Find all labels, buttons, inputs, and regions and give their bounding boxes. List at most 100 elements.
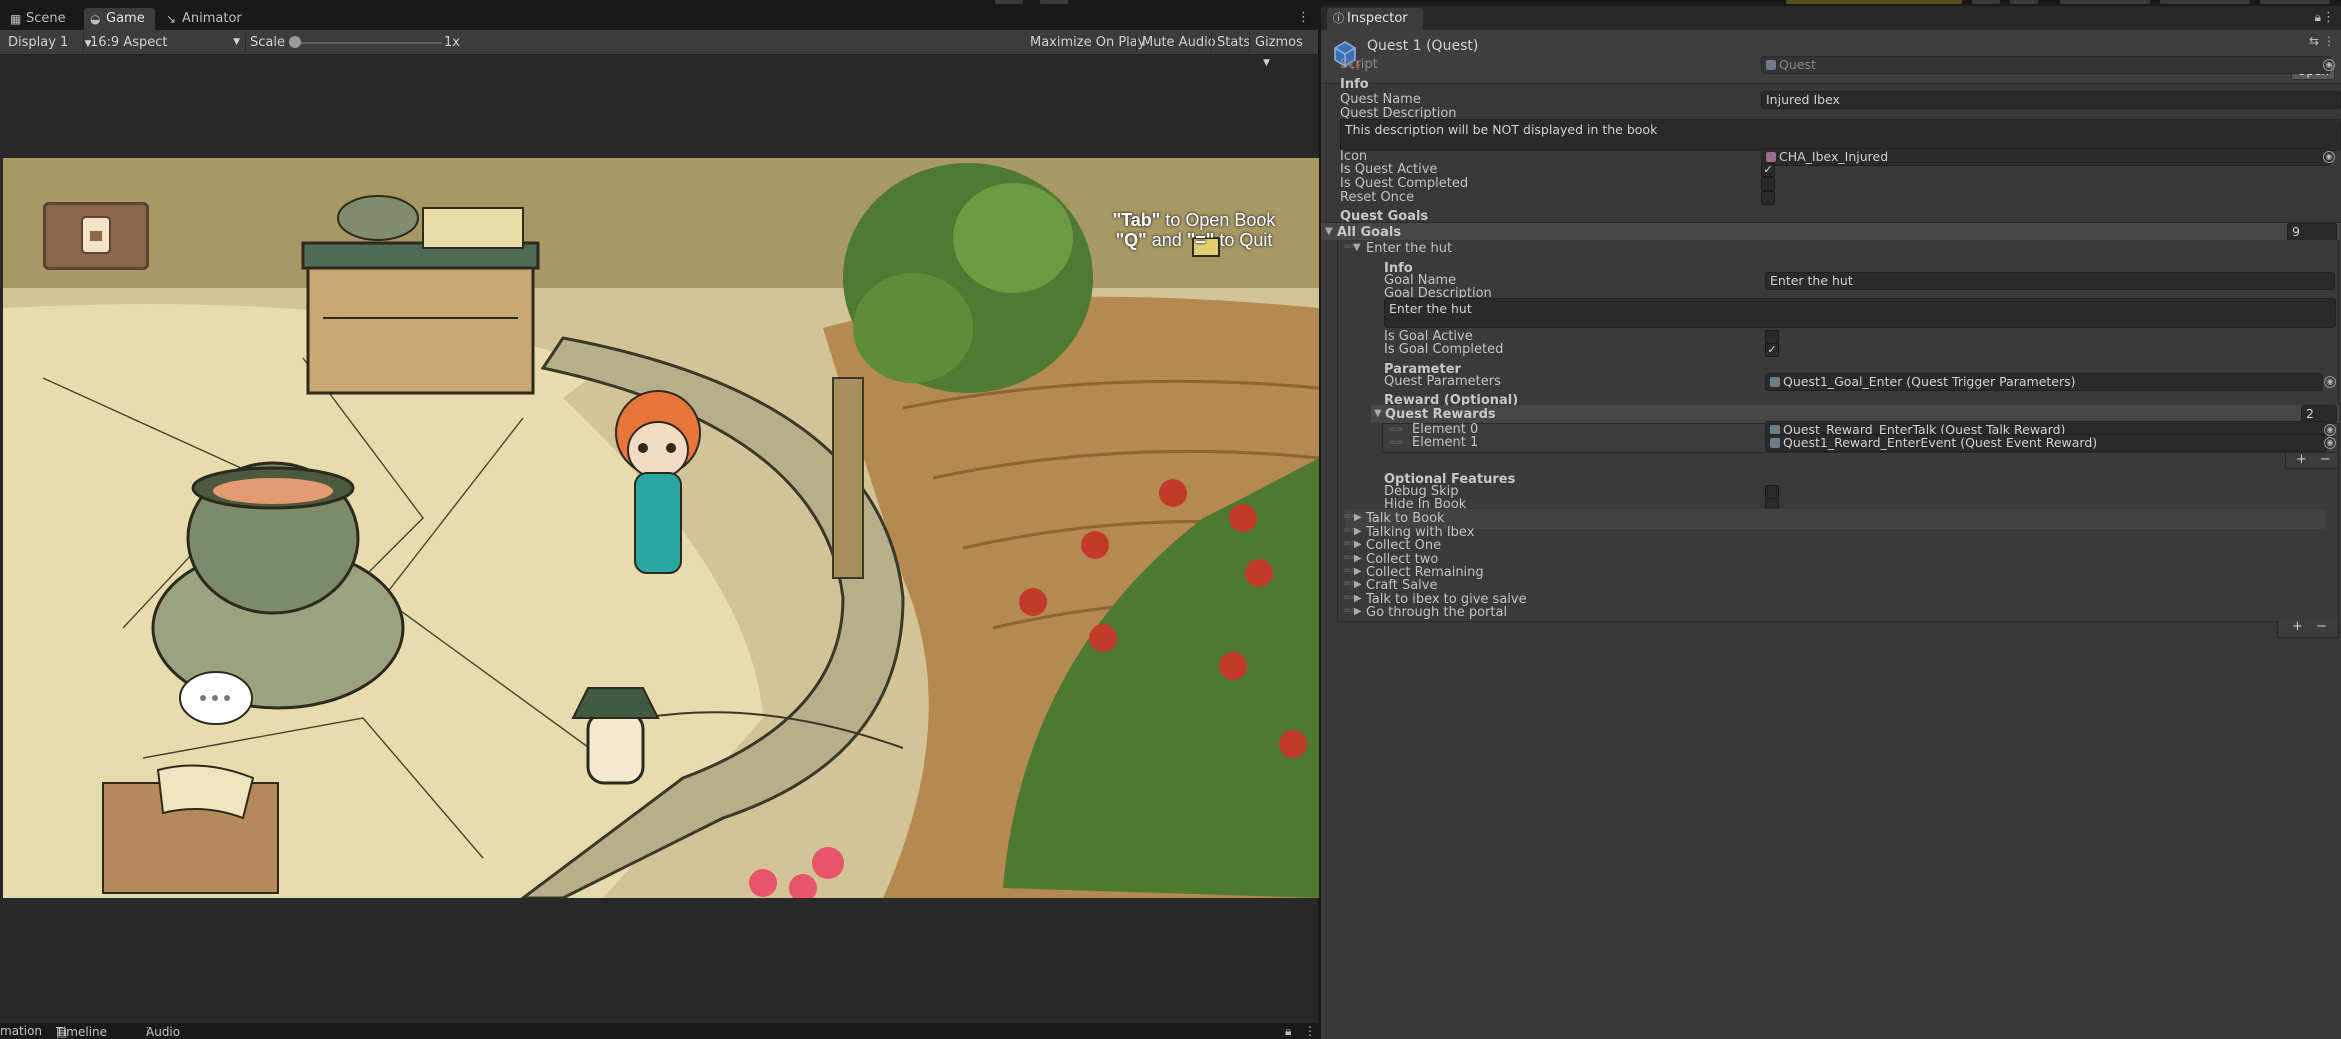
- tab-inspector[interactable]: ⓘ Inspector: [1327, 8, 1423, 30]
- quest-rewards-label: Quest Rewards: [1385, 407, 1496, 422]
- kebab-menu-icon[interactable]: ⋮: [2322, 10, 2335, 25]
- add-goal-button[interactable]: +: [2292, 618, 2303, 636]
- sprite-icon: [1766, 152, 1776, 162]
- game-scene-art: [3, 158, 1319, 898]
- tab-animator[interactable]: ↘ Animator: [160, 8, 252, 30]
- drag-handle-icon[interactable]: ==: [1388, 424, 1404, 435]
- reward-element-1-value: Quest1_Reward_EnterEvent (Quest Event Re…: [1783, 435, 2098, 450]
- scale-slider-thumb[interactable]: [289, 36, 301, 48]
- reward-element-1-label: Element 1: [1412, 435, 1479, 450]
- goal-description-field[interactable]: Enter the hut: [1384, 298, 2336, 328]
- kebab-menu-icon[interactable]: ⋮: [1297, 10, 1310, 25]
- reset-once-checkbox[interactable]: [1761, 191, 1775, 205]
- lock-icon[interactable]: 🔒︎: [2315, 10, 2321, 25]
- aspect-value: 16:9 Aspect: [90, 35, 168, 50]
- asset-icon: [1770, 377, 1780, 387]
- info-header: Info: [1340, 77, 1369, 92]
- quest-parameters-value: Quest1_Goal_Enter (Quest Trigger Paramet…: [1783, 374, 2076, 389]
- scale-slider[interactable]: [294, 42, 442, 44]
- asset-icon: [1770, 438, 1780, 448]
- toolbar-stub[interactable]: [2160, 0, 2250, 4]
- gizmos-label: Gizmos: [1255, 35, 1303, 50]
- display-dropdown[interactable]: Display 1 ▼: [4, 33, 95, 52]
- animator-icon: ↘: [166, 12, 177, 26]
- maximize-on-play-button[interactable]: Maximize On Play: [1026, 33, 1149, 52]
- is-quest-active-checkbox[interactable]: ✓: [1761, 163, 1775, 177]
- tab-label: Audio Mixer: [146, 1025, 181, 1039]
- is-goal-active-checkbox[interactable]: [1765, 330, 1779, 344]
- is-quest-completed-label: Is Quest Completed: [1340, 176, 1469, 191]
- add-reward-button[interactable]: +: [2296, 451, 2307, 469]
- is-goal-completed-checkbox[interactable]: ✓: [1765, 343, 1779, 357]
- quest-parameters-field[interactable]: Quest1_Goal_Enter (Quest Trigger Paramet…: [1765, 373, 2323, 391]
- hint-tab-key: "Tab": [1112, 210, 1161, 230]
- backpack-button[interactable]: [43, 202, 149, 270]
- rewards-add-remove: + −: [2285, 451, 2339, 469]
- is-quest-completed-checkbox[interactable]: [1761, 177, 1775, 191]
- goal-name-field[interactable]: Enter the hut: [1765, 272, 2335, 290]
- goal-row-go-through-portal[interactable]: == ▶ Go through the portal: [1343, 603, 2325, 623]
- script-label: Script: [1340, 57, 1378, 72]
- scale-value: 1x: [444, 35, 460, 50]
- remove-reward-button[interactable]: −: [2320, 451, 2331, 469]
- toolbar-stub[interactable]: [1972, 0, 2000, 4]
- toolbar-stub[interactable]: [995, 0, 1023, 4]
- script-file-icon: [1766, 60, 1776, 70]
- goal-title-enter-the-hut[interactable]: Enter the hut: [1366, 241, 1452, 256]
- tab-label: Timeline: [56, 1025, 108, 1039]
- hint-and-text: and: [1146, 230, 1187, 250]
- settings-slider-icon[interactable]: ⇆: [2309, 34, 2319, 48]
- debug-skip-checkbox[interactable]: [1765, 485, 1779, 499]
- toolbar-stub[interactable]: [1040, 0, 1068, 4]
- script-field[interactable]: Quest: [1761, 56, 2331, 74]
- gizmos-dropdown[interactable]: Gizmos ▼: [1251, 33, 1318, 68]
- quest-name-label: Quest Name: [1340, 92, 1421, 107]
- scale-label: Scale: [250, 35, 285, 50]
- all-goals-label: All Goals: [1337, 225, 1402, 240]
- is-quest-active-label: Is Quest Active: [1340, 162, 1438, 177]
- tab-scene[interactable]: ▦ Scene: [4, 8, 76, 30]
- toolbar-stub[interactable]: [1786, 0, 1962, 4]
- game-toolbar: Display 1 ▼ 16:9 Aspect ▼ Scale 1x Maxim…: [0, 30, 1318, 68]
- drag-handle-icon[interactable]: ==: [1388, 437, 1404, 448]
- toolbar-stub[interactable]: [2060, 0, 2150, 4]
- reset-once-label: Reset Once: [1340, 190, 1415, 205]
- backpack-icon: [81, 216, 111, 254]
- stats-button[interactable]: Stats: [1213, 33, 1254, 52]
- bottom-tab-bar: mation ▤ Timeline ⫶ Audio Mixer 🔒︎ ⋮: [0, 1023, 1318, 1039]
- goals-add-remove: + −: [2277, 618, 2339, 638]
- foldout-expanded-icon[interactable]: ▼: [1353, 242, 1361, 253]
- toolbar-stub[interactable]: [2010, 0, 2038, 4]
- kebab-menu-icon[interactable]: ⋮: [1304, 1024, 1316, 1038]
- toolbar-stub[interactable]: [2260, 0, 2330, 4]
- object-picker-icon[interactable]: ◉: [2324, 437, 2336, 449]
- all-goals-size-field[interactable]: 9: [2287, 223, 2337, 241]
- reward-element-1-field[interactable]: Quest1_Reward_EnterEvent (Quest Event Re…: [1765, 434, 2327, 452]
- separator: [1136, 33, 1137, 52]
- tab-game[interactable]: ◒ Game: [84, 8, 155, 30]
- chevron-down-icon: ▼: [1263, 58, 1270, 68]
- remove-goal-button[interactable]: −: [2316, 618, 2327, 636]
- aspect-dropdown[interactable]: 16:9 Aspect ▼: [86, 33, 244, 52]
- object-picker-icon[interactable]: ◉: [2323, 59, 2335, 71]
- is-goal-completed-label: Is Goal Completed: [1384, 342, 1504, 357]
- separator: [1211, 33, 1212, 52]
- mute-audio-button[interactable]: Mute Audio: [1138, 33, 1220, 52]
- object-picker-icon[interactable]: ◉: [2323, 151, 2335, 163]
- script-value: Quest: [1779, 57, 1816, 72]
- goal-title: Go through the portal: [1366, 605, 1508, 620]
- hint-q-key: "Q": [1115, 230, 1147, 250]
- foldout-expanded-icon: ▼: [1325, 226, 1333, 237]
- icon-field[interactable]: CHA_Ibex_Injured: [1761, 148, 2331, 166]
- separator: [245, 33, 246, 52]
- game-viewport[interactable]: "Tab" to Open Book "Q" and "=" to Quit: [3, 158, 1319, 898]
- lock-icon[interactable]: 🔒︎: [1285, 1024, 1291, 1039]
- quest-description-field[interactable]: This description will be NOT displayed i…: [1340, 119, 2341, 151]
- tab-label: Scene: [26, 11, 66, 26]
- object-picker-icon[interactable]: ◉: [2324, 376, 2336, 388]
- quest-name-field[interactable]: Injured Ibex: [1761, 91, 2341, 109]
- kebab-menu-icon[interactable]: ⋮: [2323, 34, 2335, 48]
- all-goals-foldout[interactable]: ▼ All Goals 9: [1321, 222, 2341, 241]
- hint-tab-text: to Open Book: [1160, 210, 1276, 230]
- tab-animation[interactable]: mation: [0, 1024, 42, 1038]
